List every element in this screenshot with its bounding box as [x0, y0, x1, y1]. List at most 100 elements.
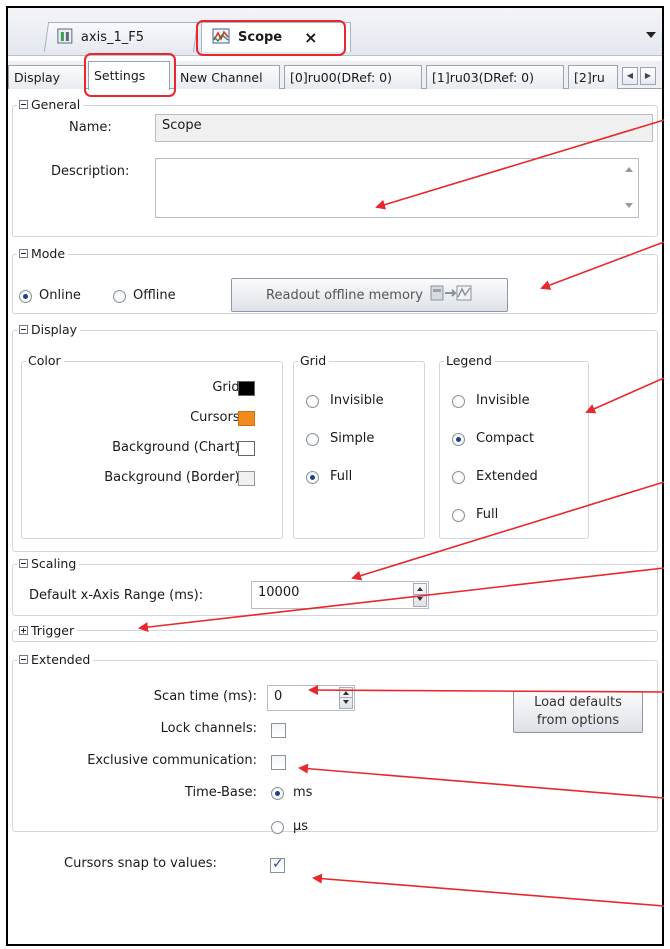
color-group-header: Color — [26, 353, 64, 368]
scan-time-spinner[interactable] — [339, 687, 353, 709]
general-title: General — [31, 97, 81, 112]
extended-group: Extended Scan time (ms): 0 Load defaults… — [12, 652, 658, 834]
cursors-snap-label: Cursors snap to values: — [64, 856, 217, 871]
offline-label: Offline — [133, 288, 176, 303]
cursors-color-label: Cursors: — [190, 410, 244, 425]
legend-group: Legend Invisible Compact Extended Full — [439, 353, 589, 539]
extended-title: Extended — [31, 652, 91, 667]
display-group-header[interactable]: Display — [17, 322, 81, 337]
lock-channels-checkbox[interactable] — [271, 723, 286, 738]
time-base-ms-radio[interactable] — [271, 787, 284, 800]
collapse-icon[interactable] — [19, 559, 28, 568]
spinner-up-icon[interactable] — [340, 688, 352, 698]
doc-tab-axis-label: axis_1_F5 — [80, 30, 145, 45]
settings-tab-bar: Display Settings New Channel [0]ru00(DRe… — [8, 61, 662, 90]
tab-display[interactable]: Display — [8, 65, 86, 89]
scroll-left-icon[interactable]: ◀ — [622, 67, 638, 85]
grid-title: Grid — [300, 353, 327, 368]
load-defaults-line1: Load defaults — [534, 695, 622, 710]
load-defaults-button[interactable]: Load defaults from options — [513, 691, 643, 733]
description-scrollbar[interactable] — [618, 159, 638, 217]
description-label: Description: — [51, 164, 130, 179]
expand-icon[interactable] — [19, 626, 28, 635]
collapse-icon[interactable] — [19, 100, 28, 109]
time-base-us-radio[interactable] — [271, 821, 284, 834]
scaling-group: Scaling Default x-Axis Range (ms): 10000 — [12, 556, 658, 616]
time-base-ms-label: ms — [293, 785, 313, 800]
grid-simple-label: Simple — [330, 431, 375, 446]
collapse-icon[interactable] — [19, 325, 28, 334]
display-group: Display Color Grid: Cursors: Background … — [12, 322, 658, 552]
scope-editor-window: axis_1_F5 Scope × Display Settings New C… — [6, 6, 664, 946]
load-defaults-line2: from options — [536, 713, 620, 728]
mode-title: Mode — [31, 246, 66, 261]
legend-title: Legend — [446, 353, 492, 368]
trigger-group: Trigger — [12, 623, 658, 642]
bg-border-label: Background (Border): — [104, 470, 244, 485]
bg-chart-label: Background (Chart): — [112, 440, 244, 455]
tab-channel-0[interactable]: [0]ru00(DRef: 0) — [284, 65, 422, 89]
grid-group: Grid Invisible Simple Full — [293, 353, 425, 539]
bg-border-swatch[interactable] — [238, 471, 255, 486]
legend-compact-radio[interactable] — [452, 433, 465, 446]
grid-full-radio[interactable] — [306, 471, 319, 484]
doc-tab-axis[interactable]: axis_1_F5 — [43, 22, 199, 52]
time-base-us-label: µs — [293, 819, 309, 834]
spinner-up-icon[interactable] — [414, 584, 426, 595]
legend-compact-label: Compact — [476, 431, 535, 446]
scan-time-label: Scan time (ms): — [153, 689, 257, 704]
trigger-group-header[interactable]: Trigger — [17, 623, 78, 638]
grid-group-header: Grid — [298, 353, 330, 368]
x-axis-range-spinner[interactable] — [413, 583, 427, 607]
time-base-label: Time-Base: — [184, 785, 257, 800]
tab-list-dropdown-icon[interactable] — [646, 32, 656, 38]
mode-group: Mode Online Offline Readout offline memo… — [12, 246, 658, 314]
scroll-right-icon[interactable]: ▶ — [640, 67, 656, 85]
trigger-title: Trigger — [31, 623, 75, 638]
axis-icon — [57, 28, 73, 48]
scaling-title: Scaling — [31, 556, 77, 571]
memory-to-scope-icon — [429, 283, 473, 307]
name-label: Name: — [69, 120, 112, 135]
lock-channels-label: Lock channels: — [160, 721, 257, 736]
spinner-down-icon[interactable] — [340, 698, 352, 708]
mode-group-header[interactable]: Mode — [17, 246, 69, 261]
legend-invisible-radio[interactable] — [452, 395, 465, 408]
display-title: Display — [31, 322, 78, 337]
scroll-up-icon[interactable] — [625, 167, 633, 172]
collapse-icon[interactable] — [19, 249, 28, 258]
collapse-icon[interactable] — [19, 655, 28, 664]
online-label: Online — [39, 288, 81, 303]
cursors-snap-checkbox[interactable] — [270, 856, 285, 873]
exclusive-communication-label: Exclusive communication: — [87, 753, 257, 768]
grid-simple-radio[interactable] — [306, 433, 319, 446]
legend-invisible-label: Invisible — [476, 393, 530, 408]
cursors-color-swatch[interactable] — [238, 411, 255, 426]
exclusive-communication-checkbox[interactable] — [271, 755, 286, 770]
name-field[interactable]: Scope — [155, 114, 653, 142]
grid-invisible-label: Invisible — [330, 393, 384, 408]
extended-group-header[interactable]: Extended — [17, 652, 94, 667]
readout-offline-memory-button[interactable]: Readout offline memory — [231, 278, 508, 312]
grid-full-label: Full — [330, 469, 353, 484]
general-group-header[interactable]: General — [17, 97, 84, 112]
legend-full-radio[interactable] — [452, 509, 465, 522]
tab-channel-2[interactable]: [2]ru — [568, 65, 618, 89]
general-group: General Name: Scope Description: — [12, 97, 658, 237]
offline-radio[interactable] — [113, 290, 126, 303]
bg-chart-swatch[interactable] — [238, 441, 255, 456]
x-axis-range-field[interactable]: 10000 — [251, 581, 429, 609]
tab-settings[interactable]: Settings — [88, 61, 170, 90]
legend-extended-radio[interactable] — [452, 471, 465, 484]
tab-new-channel[interactable]: New Channel — [174, 65, 280, 89]
online-radio[interactable] — [19, 290, 32, 303]
scroll-down-icon[interactable] — [625, 203, 633, 208]
tab-channel-1[interactable]: [1]ru03(DRef: 0) — [426, 65, 564, 89]
spinner-down-icon[interactable] — [414, 595, 426, 606]
x-axis-range-label: Default x-Axis Range (ms): — [29, 588, 204, 603]
grid-invisible-radio[interactable] — [306, 395, 319, 408]
grid-color-swatch[interactable] — [238, 381, 255, 396]
scaling-group-header[interactable]: Scaling — [17, 556, 80, 571]
description-field[interactable] — [155, 158, 639, 218]
legend-extended-label: Extended — [476, 469, 538, 484]
